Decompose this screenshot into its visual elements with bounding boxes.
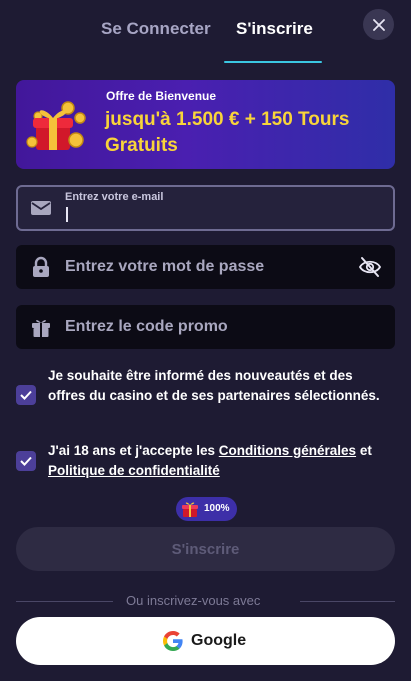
newsletter-checkbox[interactable]	[16, 385, 36, 405]
newsletter-consent: Je souhaite être informé des nouveautés …	[16, 366, 395, 426]
tab-register[interactable]: S'inscrire	[236, 19, 313, 39]
welcome-offer-banner: Offre de Bienvenue jusqu'à 1.500 € + 150…	[16, 80, 395, 169]
bonus-progress-badge: 100%	[176, 497, 237, 521]
lock-icon	[33, 256, 49, 277]
email-field[interactable]: Entrez votre e-mail	[16, 185, 395, 231]
checkmark-icon	[20, 390, 32, 400]
close-button[interactable]	[363, 9, 394, 40]
divider-line	[16, 601, 113, 602]
close-icon	[372, 18, 385, 31]
envelope-icon	[31, 201, 51, 215]
promo-code-field[interactable]: Entrez le code promo	[16, 305, 395, 349]
eye-off-icon[interactable]	[358, 255, 382, 279]
gift-icon	[182, 502, 198, 517]
tab-login[interactable]: Se Connecter	[101, 19, 211, 39]
checkmark-icon	[20, 456, 32, 466]
offer-subtitle: Offre de Bienvenue	[106, 89, 217, 103]
divider-text: Ou inscrivez-vous avec	[126, 593, 261, 608]
newsletter-consent-text: Je souhaite être informé des nouveautés …	[48, 368, 380, 403]
social-divider: Ou inscrivez-vous avec	[16, 593, 395, 609]
divider-line	[300, 601, 395, 602]
text-cursor	[66, 207, 68, 222]
gift-box-icon	[26, 101, 86, 150]
email-field-label: Entrez votre e-mail	[65, 191, 164, 203]
privacy-link[interactable]: Politique de confidentialité	[48, 463, 220, 478]
terms-consent: J'ai 18 ans et j'accepte les Conditions …	[16, 441, 395, 481]
google-signup-button[interactable]: Google	[16, 617, 395, 665]
gift-icon	[32, 320, 50, 337]
password-field[interactable]: Entrez votre mot de passe	[16, 245, 395, 289]
offer-title: jusqu'à 1.500 € + 150 Tours Gratuits	[105, 109, 350, 156]
promo-code-placeholder: Entrez le code promo	[65, 318, 228, 335]
terms-middle: et	[356, 443, 372, 458]
terms-checkbox[interactable]	[16, 451, 36, 471]
google-button-label: Google	[191, 632, 247, 649]
terms-prefix: J'ai 18 ans et j'accepte les	[48, 443, 219, 458]
terms-consent-text: J'ai 18 ans et j'accepte les Conditions …	[48, 441, 393, 481]
google-icon	[163, 631, 183, 651]
register-submit-button[interactable]: S'inscrire	[16, 527, 395, 571]
password-placeholder: Entrez votre mot de passe	[65, 258, 265, 275]
terms-link[interactable]: Conditions générales	[219, 443, 356, 458]
active-tab-indicator	[224, 61, 322, 63]
progress-percent: 100%	[204, 503, 230, 514]
auth-tabs: Se Connecter S'inscrire	[0, 0, 411, 64]
